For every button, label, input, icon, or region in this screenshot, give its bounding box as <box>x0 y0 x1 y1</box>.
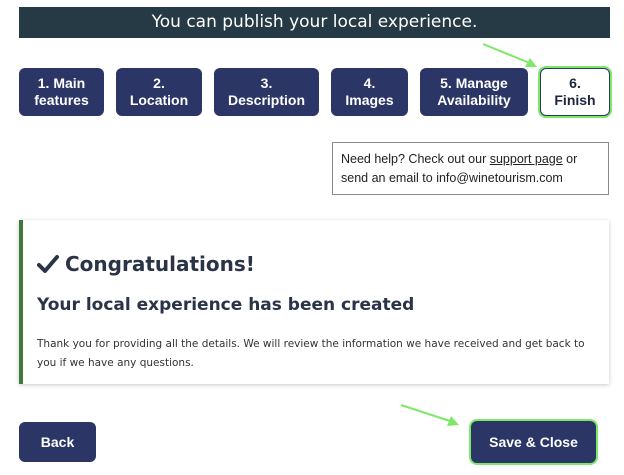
step-label-line2: Availability <box>437 92 511 108</box>
publish-page: You can publish your local experience. 1… <box>0 0 624 475</box>
step-label-line2: Images <box>345 92 394 108</box>
step-main-features[interactable]: 1. Main features <box>19 68 104 116</box>
page-banner: You can publish your local experience. <box>19 7 610 38</box>
step-label-line1: 1. Main <box>37 75 86 91</box>
help-text-prefix: Need help? Check out our <box>341 152 490 166</box>
support-page-link[interactable]: support page <box>490 152 563 166</box>
checkmark-icon <box>37 255 59 273</box>
annotation-arrow-icon <box>400 404 459 426</box>
step-label-line1: 3. <box>260 75 273 91</box>
step-images[interactable]: 4. Images <box>331 68 408 116</box>
step-location[interactable]: 2. Location <box>116 68 202 116</box>
step-description[interactable]: 3. Description <box>214 68 319 116</box>
step-finish[interactable]: 6. Finish <box>540 68 610 116</box>
step-label-line2: Description <box>227 92 305 108</box>
save-close-button[interactable]: Save & Close <box>471 421 596 463</box>
step-label-line1: 4. <box>363 75 376 91</box>
support-email: info@winetourism.com <box>436 171 563 185</box>
card-subtitle: Your local experience has been created <box>37 295 415 315</box>
annotation-arrow-icon <box>482 43 537 67</box>
card-body-text: Thank you for providing all the details.… <box>37 338 585 369</box>
step-label-line2: Finish <box>554 92 596 108</box>
step-label-line1: 5. Manage <box>440 75 508 91</box>
step-manage-availability[interactable]: 5. Manage Availability <box>420 68 528 116</box>
card-title-text: Congratulations! <box>65 252 255 276</box>
step-label-line2: Location <box>129 92 189 108</box>
step-label-line1: 6. <box>569 75 581 91</box>
success-card: Congratulations! Your local experience h… <box>19 220 609 384</box>
card-title: Congratulations! <box>37 252 255 276</box>
step-label-line1: 2. <box>153 75 165 91</box>
back-button[interactable]: Back <box>19 422 96 462</box>
step-label-line2: features <box>34 92 89 108</box>
help-box: Need help? Check out our support page or… <box>332 142 609 195</box>
